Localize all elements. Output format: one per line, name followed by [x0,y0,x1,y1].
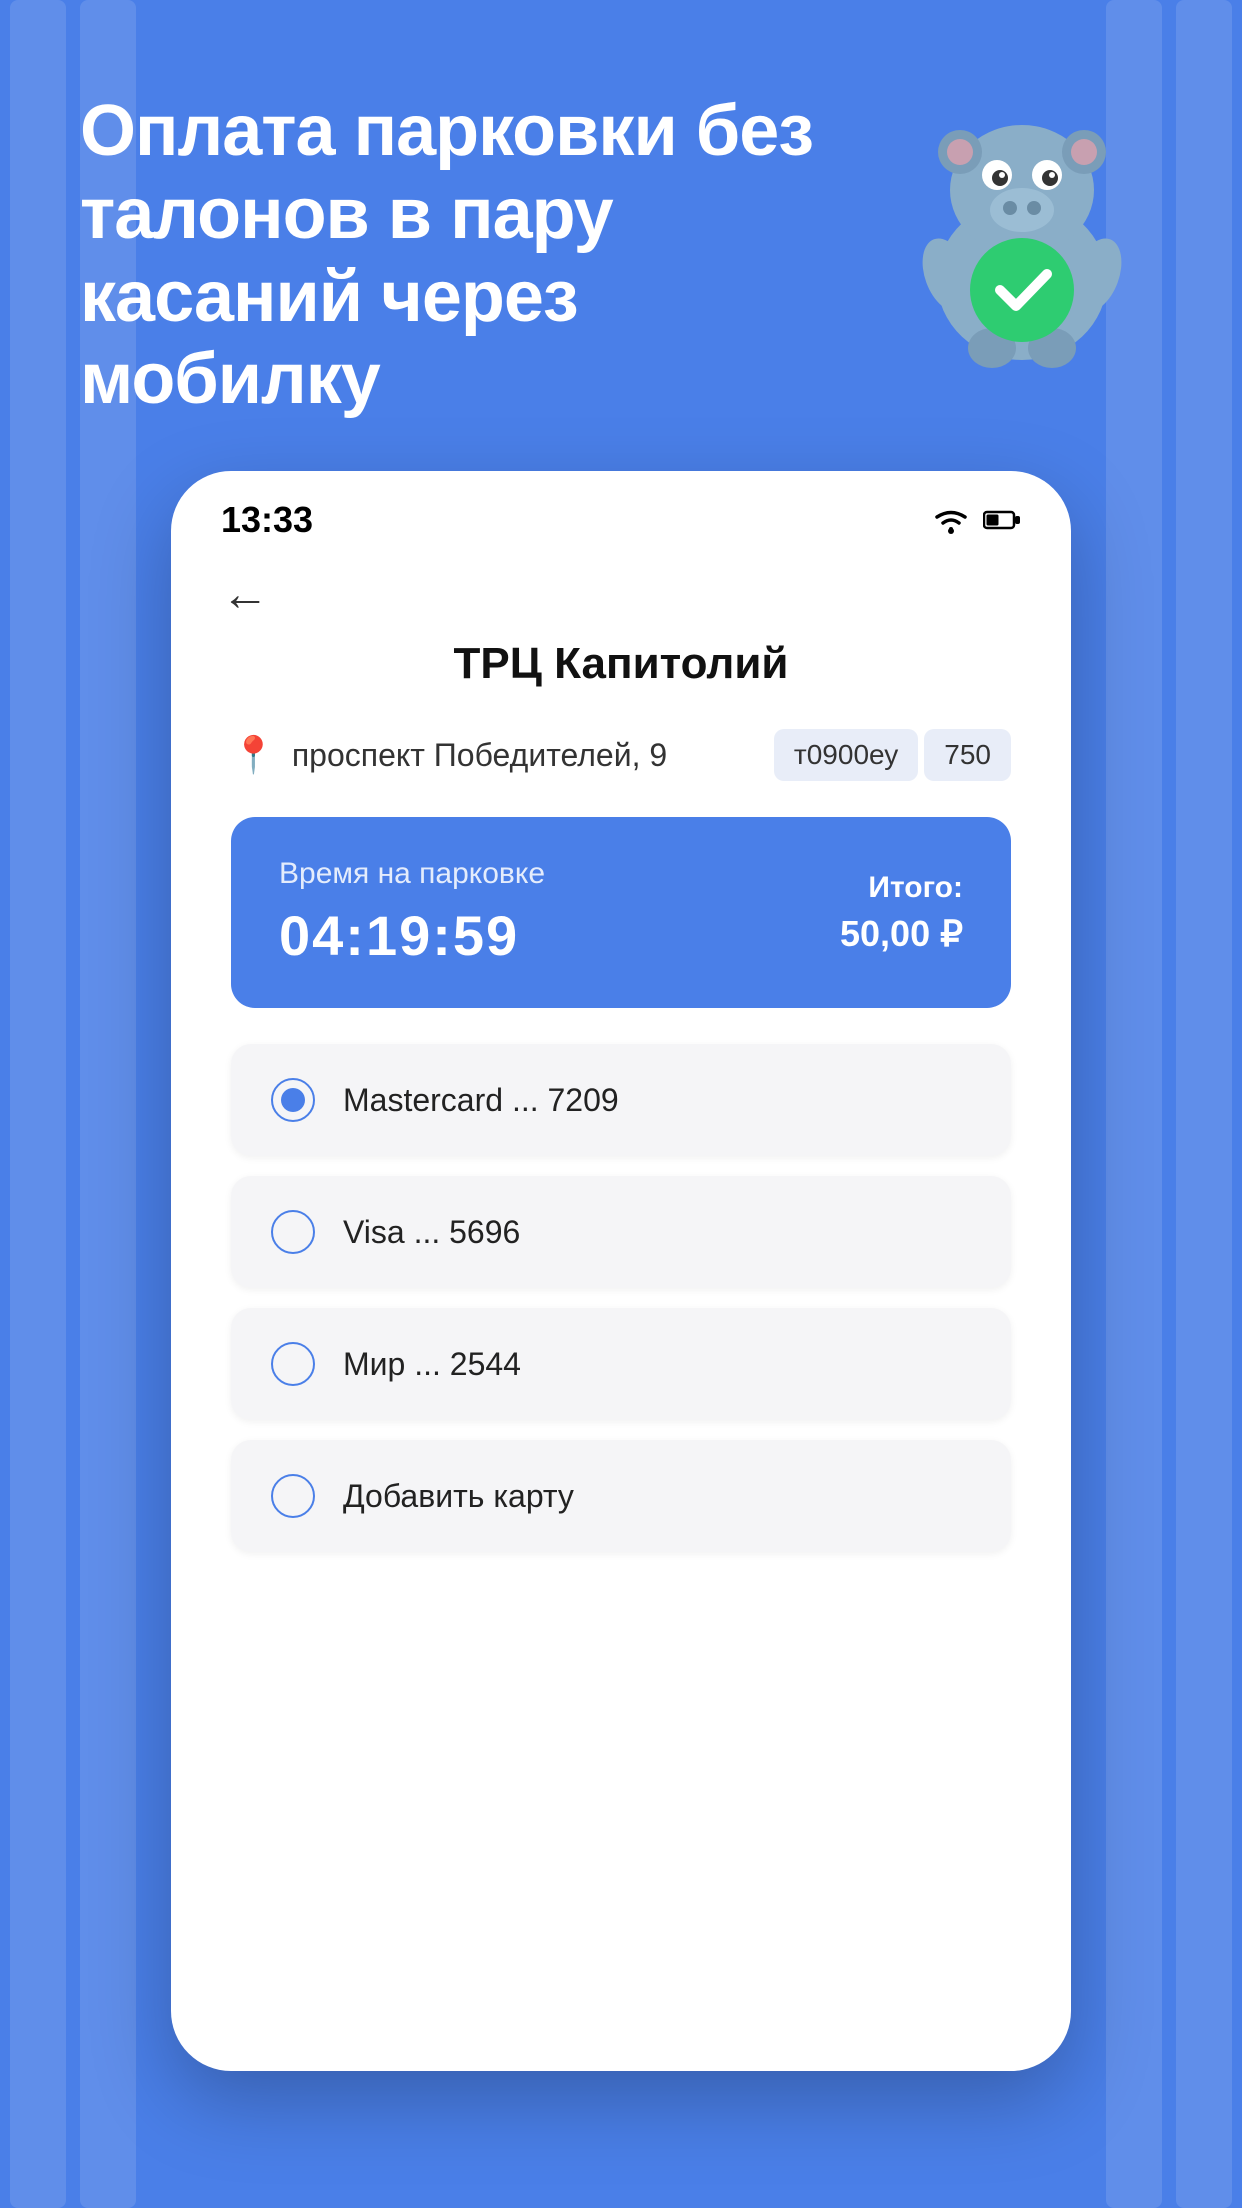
back-arrow-icon[interactable]: ← [221,571,269,619]
hero-text-block: Оплата парковки без талонов в пару касан… [80,80,882,421]
payment-option-mir[interactable]: Мир ... 2544 [231,1308,1011,1420]
payment-option-visa[interactable]: Visa ... 5696 [231,1176,1011,1288]
battery-icon [983,509,1021,531]
radio-inner-mastercard [281,1088,305,1112]
hippo-mascot [892,80,1152,380]
location-pin-icon: 📍 [231,734,276,776]
radio-btn-visa[interactable] [271,1210,315,1254]
payment-label-mir: Мир ... 2544 [343,1346,521,1383]
mascot-container [882,80,1162,380]
radio-btn-mastercard[interactable] [271,1078,315,1122]
parking-time-value: 04:19:59 [279,903,545,968]
parking-card: Время на парковке 04:19:59 Итого: 50,00 … [231,817,1011,1008]
back-button-row[interactable]: ← [171,551,1071,639]
payment-option-add[interactable]: Добавить карту [231,1440,1011,1552]
hero-title: Оплата парковки без талонов в пару касан… [80,90,882,421]
plate-part1: т0900еу [774,729,918,781]
parking-time-section: Время на парковке 04:19:59 [279,857,545,968]
venue-title: ТРЦ Капитолий [231,639,1011,689]
location-row: 📍 проспект Победителей, 9 т0900еу 750 [231,729,1011,781]
status-time: 13:33 [221,499,313,541]
plate-part2: 750 [924,729,1011,781]
parking-time-label: Время на парковке [279,857,545,891]
status-icons [931,505,1021,535]
phone-mockup: 13:33 ← [171,471,1071,2071]
payment-label-add: Добавить карту [343,1478,574,1515]
phone-content: ТРЦ Капитолий 📍 проспект Победителей, 9 … [171,639,1071,1612]
status-bar: 13:33 [171,471,1071,551]
location-left: 📍 проспект Победителей, 9 [231,734,667,776]
hero-section: Оплата парковки без талонов в пару касан… [0,0,1242,471]
parking-total-section: Итого: 50,00 ₽ [840,871,963,955]
radio-btn-add[interactable] [271,1474,315,1518]
plate-badges: т0900еу 750 [774,729,1011,781]
phone-wrapper: 13:33 ← [0,471,1242,2071]
payment-option-mastercard[interactable]: Mastercard ... 7209 [231,1044,1011,1156]
parking-total-label: Итого: [840,871,963,905]
radio-btn-mir[interactable] [271,1342,315,1386]
payment-label-mastercard: Mastercard ... 7209 [343,1082,619,1119]
wifi-icon [931,505,971,535]
parking-total-value: 50,00 ₽ [840,913,963,955]
venue-address: проспект Победителей, 9 [292,737,667,774]
payment-options-list: Mastercard ... 7209 Visa ... 5696 Мир ... … [231,1044,1011,1552]
payment-label-visa: Visa ... 5696 [343,1214,520,1251]
